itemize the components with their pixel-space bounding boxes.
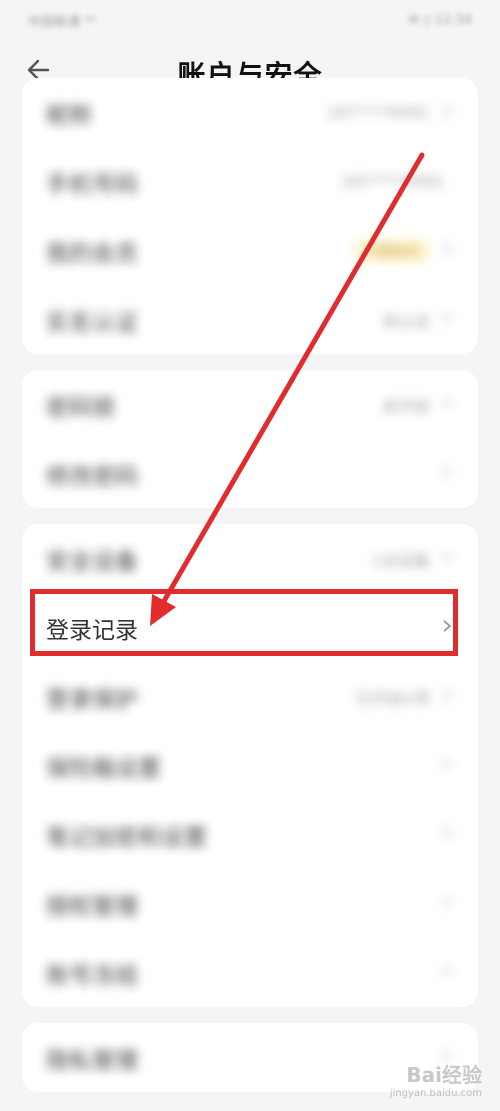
chevron-right-icon <box>440 756 454 775</box>
row-note-encryption[interactable]: 笔记加密和设置 <box>22 800 478 869</box>
row-value: 未开启 <box>381 396 430 416</box>
row-phone[interactable]: 手机号码 187****8581 <box>22 147 478 216</box>
watermark-main: Bai经验 <box>406 1063 482 1087</box>
row-label: 保险箱设置 <box>46 755 161 782</box>
row-security-devices[interactable]: 安全设备 1台设备 <box>22 524 478 593</box>
chevron-right-icon <box>440 687 454 706</box>
row-label: 隐私管理 <box>46 1047 138 1074</box>
chevron-right-icon <box>440 241 454 260</box>
carrier-text: 中国联通 ⁴ᴳ <box>28 14 96 30</box>
settings-group-password: 密码锁 未开启 修改密码 <box>22 370 478 508</box>
row-value: 187****8581 <box>326 103 430 122</box>
settings-group-security: 安全设备 1台设备 登录记录 登录保护 已开启1项 保险箱设置 笔记加密和设置 … <box>22 524 478 1007</box>
status-icons-text: ✉ ▯ 12:34 <box>408 12 472 28</box>
chevron-right-icon <box>440 549 454 568</box>
row-label: 账号冻结 <box>46 962 138 989</box>
status-bar: 中国联通 ⁴ᴳ ✉ ▯ 12:34 <box>0 0 500 40</box>
row-safe-box-settings[interactable]: 保险箱设置 <box>22 731 478 800</box>
row-password-lock[interactable]: 密码锁 未开启 <box>22 370 478 439</box>
row-nickname[interactable]: 昵称 187****8581 <box>22 78 478 147</box>
row-value: 1台设备 <box>371 550 430 570</box>
row-value: 未认证 <box>381 311 430 331</box>
chevron-right-icon <box>440 103 454 122</box>
row-authorization[interactable]: 授权管理 <box>22 869 478 938</box>
row-label: 我的会员 <box>46 240 138 267</box>
row-login-records[interactable]: 登录记录 <box>22 593 478 662</box>
settings-list: 昵称 187****8581 手机号码 187****8581 我的会员 开通会… <box>22 78 478 1108</box>
row-value: 187****8581 <box>340 172 444 191</box>
row-label: 授权管理 <box>46 893 138 920</box>
chevron-right-icon <box>440 894 454 913</box>
row-label: 登录保护 <box>46 686 138 713</box>
row-value: 已开启1项 <box>355 688 430 708</box>
settings-group-account: 昵称 187****8581 手机号码 187****8581 我的会员 开通会… <box>22 78 478 354</box>
row-label: 实名认证 <box>46 309 138 336</box>
chevron-right-icon <box>440 618 454 637</box>
row-label: 手机号码 <box>46 171 138 198</box>
row-label: 笔记加密和设置 <box>46 824 207 851</box>
baidu-jingyan-watermark: Bai经验 jingyan.baidu.com <box>390 1059 482 1099</box>
row-label: 昵称 <box>46 102 92 129</box>
row-membership[interactable]: 我的会员 开通会员 <box>22 216 478 285</box>
row-change-password[interactable]: 修改密码 <box>22 439 478 508</box>
row-verification[interactable]: 实名认证 未认证 <box>22 285 478 354</box>
chevron-right-icon <box>440 963 454 982</box>
row-label: 密码锁 <box>46 394 115 421</box>
membership-badge: 开通会员 <box>354 238 430 263</box>
row-login-protection[interactable]: 登录保护 已开启1项 <box>22 662 478 731</box>
row-label: 登录记录 <box>46 617 138 644</box>
chevron-right-icon <box>440 464 454 483</box>
chevron-right-icon <box>440 825 454 844</box>
chevron-right-icon <box>440 310 454 329</box>
row-label: 安全设备 <box>46 548 138 575</box>
watermark-sub: jingyan.baidu.com <box>389 1088 482 1099</box>
row-account-freeze[interactable]: 账号冻结 <box>22 938 478 1007</box>
row-label: 修改密码 <box>46 463 138 490</box>
chevron-right-icon <box>440 395 454 414</box>
